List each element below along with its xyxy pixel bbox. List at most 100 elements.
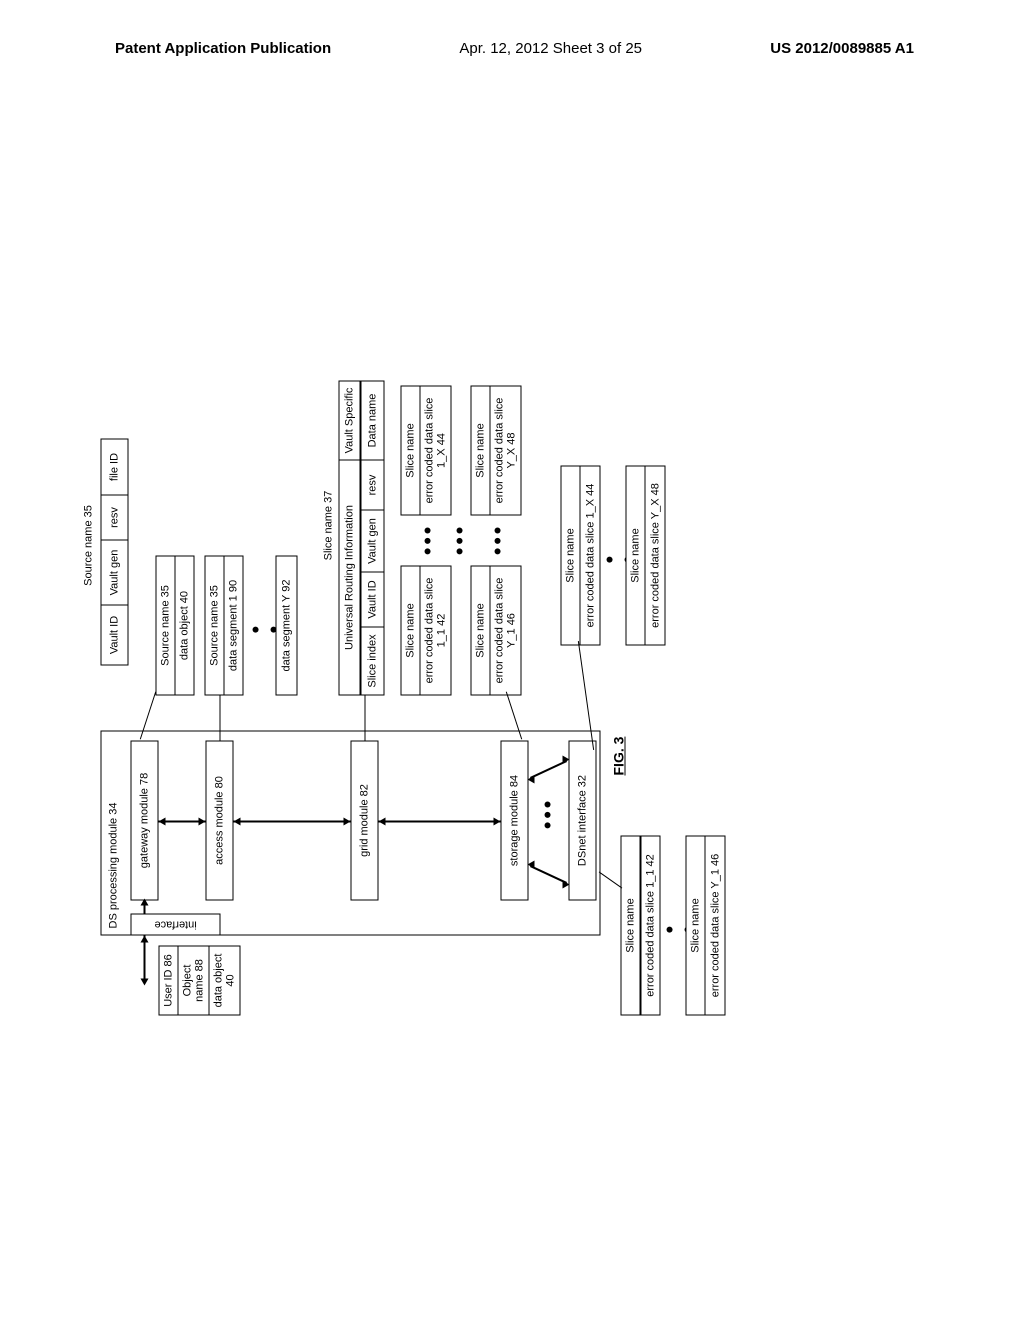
arrow-grid-storage [379,821,501,823]
cell-vault-specific: Vault Specific [340,382,360,460]
source-name-title: Source name 35 [83,486,95,606]
arrowhead [141,936,149,943]
header-left: Patent Application Publication [115,40,331,57]
slice-name-uri-header: Universal Routing Information Vault Spec… [339,381,361,696]
header-mid: Apr. 12, 2012 Sheet 3 of 25 [459,40,642,57]
sy1-data: error coded data slice Y_1 46 [491,566,522,696]
syx-data: error coded data slice Y_X 48 [491,386,522,516]
out-ec-1-x: error coded data slice 1_X 44 [581,466,601,646]
object-name-label: Object name 88 [182,959,206,1002]
header-right: US 2012/0089885 A1 [770,40,914,57]
slice-name-title: Slice name 37 [323,476,335,576]
out-sn-y1-label: Slice name [690,898,702,952]
input-stack: User ID 86 Object name 88 data object 40 [159,946,241,1016]
out-sn-1x: Slice name [561,466,581,646]
slice-name-table: Slice index Vault ID Vault gen resv Data… [361,381,385,696]
arrowhead [528,861,535,869]
out-sn-1x-label: Slice name [565,528,577,582]
sb1-top: Source name 35 [156,556,176,696]
grid-label: grid module 82 [359,784,371,857]
dsnet-label: DSnet interface 32 [577,775,589,866]
cell-file-id: file ID [102,440,128,495]
arrowhead [199,818,206,826]
dots-mid: ●●● [451,524,467,555]
source-block-1: Source name 35 data object 40 [156,556,195,696]
gateway-module: gateway module 78 [131,741,159,901]
data-object-box: data object 40 [210,946,241,1016]
user-id-label: User ID 86 [163,954,175,1007]
syx-name: Slice name [471,386,491,516]
conn-dsnet-out-l [599,872,623,889]
cell-data-name: Data name [362,382,384,460]
fig-label-text: FIG. 3 [611,737,627,776]
diagram-container: DS processing module 34 interface gatewa… [0,293,823,883]
slice-y-x: Slice name error coded data slice Y_X 48 [471,386,522,516]
arrowhead [141,899,149,906]
out-ec-1-x-label: error coded data slice 1_X 44 [584,484,596,628]
s1x-data: error coded data slice 1_X 44 [421,386,452,516]
ds-module-title: DS processing module 34 [108,803,120,929]
dots-h1: ●●● [419,524,435,555]
page-header: Patent Application Publication Apr. 12, … [0,40,1024,57]
out-ec-y-x: error coded data slice Y_X 48 [646,466,666,646]
out-ec-y-1: error coded data slice Y_1 46 [706,836,726,1016]
grid-module: grid module 82 [351,741,379,901]
slice-1-x: Slice name error coded data slice 1_X 44 [401,386,452,516]
sy1-name: Slice name [471,566,491,696]
access-label: access module 80 [214,776,226,865]
interface-label: interface [154,919,196,931]
source-block-2: Source name 35 data segment 1 90 [205,556,244,696]
arrowhead [141,979,149,986]
arrowhead [494,818,501,826]
figure-label: FIG. 3 [611,737,627,776]
sb1-bot: data object 40 [176,556,195,696]
cell-resv: resv [102,495,128,540]
out-ec-y-1-label: error coded data slice Y_1 46 [709,854,721,998]
s1x-name: Slice name [401,386,421,516]
out-ec-1-1: error coded data slice 1_1 42 [641,836,661,1016]
sb2-bot: data segment 1 90 [225,556,244,696]
user-id-box: User ID 86 [159,946,179,1016]
source-name-title-text: Source name 35 [83,505,95,586]
interface-box: interface [131,914,221,936]
dsnet-interface: DSnet interface 32 [569,741,597,901]
data-object-label: data object 40 [213,954,237,1008]
cell-vault-gen2: Vault gen [362,510,384,572]
slice-name-title-text: Slice name 37 [323,491,335,561]
out-sn-yx: Slice name [626,466,646,646]
storage-label: storage module 84 [509,775,521,866]
slice-y-1: Slice name error coded data slice Y_1 46 [471,566,522,696]
out-sn-y1: Slice name [686,836,706,1016]
out-ec-1-1-label: error coded data slice 1_1 42 [645,854,657,996]
conn-access-sb2 [220,696,221,741]
cell-slice-index: Slice index [362,627,384,695]
conn-grid-slice [365,696,366,741]
arrowhead [528,776,535,784]
dots-vert: ●●● [539,798,555,829]
dots-h2: ●●● [489,524,505,555]
gateway-label: gateway module 78 [139,773,151,868]
storage-module: storage module 84 [501,741,529,901]
arrowhead [563,756,570,764]
arrowhead [234,818,241,826]
source-name-table: Vault ID Vault gen resv file ID [101,439,129,666]
s11-name: Slice name [401,566,421,696]
out-ec-y-x-label: error coded data slice Y_X 48 [649,483,661,628]
cell-vault-id: Vault ID [102,605,128,665]
cell-resv2: resv [362,460,384,510]
access-module: access module 80 [206,741,234,901]
out-sn-1: Slice name [621,836,641,1016]
cell-vault-gen: Vault gen [102,540,128,605]
arrowhead [379,818,386,826]
slice-1-1: Slice name error coded data slice 1_1 42 [401,566,452,696]
object-name-box: Object name 88 [179,946,210,1016]
out-sn-1-label: Slice name [625,898,637,952]
data-segment-y: data segment Y 92 [276,556,298,696]
cell-uri: Universal Routing Information [340,460,360,695]
arrowhead [563,881,570,889]
cell-vault-id2: Vault ID [362,572,384,627]
arrow-access-grid [234,821,351,823]
arrowhead [159,818,166,826]
seg-y-label: data segment Y 92 [281,580,293,672]
s11-data: error coded data slice 1_1 42 [421,566,452,696]
